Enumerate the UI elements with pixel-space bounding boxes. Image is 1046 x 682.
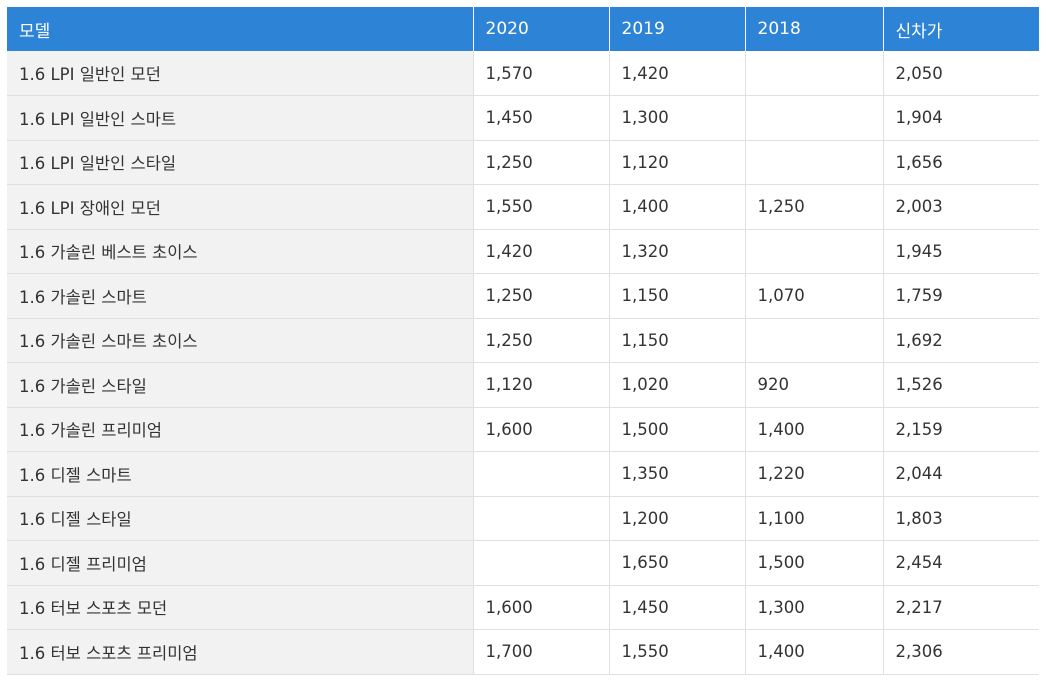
new-car-price-cell: 1,692 bbox=[883, 318, 1039, 363]
price-2020-cell: 1,420 bbox=[473, 229, 610, 274]
price-2018-cell: 1,220 bbox=[745, 451, 884, 497]
new-car-price-cell: 2,044 bbox=[883, 451, 1039, 497]
table-row: 1.6 가솔린 프리미엄 1,600 1,500 1,400 2,159 bbox=[7, 407, 1039, 452]
table-row: 1.6 터보 스포츠 모던 1,600 1,450 1,300 2,217 bbox=[7, 585, 1039, 630]
table-row: 1.6 가솔린 베스트 초이스 1,420 1,320 1,945 bbox=[7, 229, 1039, 274]
model-cell: 1.6 LPI 일반인 스타일 bbox=[7, 140, 474, 185]
new-car-price-cell: 1,759 bbox=[883, 273, 1039, 319]
price-2018-cell bbox=[745, 51, 884, 96]
price-2019-cell: 1,500 bbox=[609, 407, 746, 452]
model-cell: 1.6 가솔린 프리미엄 bbox=[7, 407, 474, 452]
price-2018-cell: 1,100 bbox=[745, 496, 884, 541]
table-row: 1.6 디젤 스마트 1,350 1,220 2,044 bbox=[7, 451, 1039, 497]
header-2020: 2020 bbox=[473, 7, 610, 51]
price-2019-cell: 1,450 bbox=[609, 585, 746, 630]
price-2020-cell: 1,570 bbox=[473, 51, 610, 96]
new-car-price-cell: 2,159 bbox=[883, 407, 1039, 452]
new-car-price-cell: 2,217 bbox=[883, 585, 1039, 630]
new-car-price-cell: 2,454 bbox=[883, 540, 1039, 586]
price-2019-cell: 1,020 bbox=[609, 362, 746, 408]
model-cell: 1.6 가솔린 스마트 bbox=[7, 273, 474, 319]
price-2020-cell: 1,450 bbox=[473, 95, 610, 141]
price-2019-cell: 1,420 bbox=[609, 51, 746, 96]
price-2019-cell: 1,150 bbox=[609, 318, 746, 363]
model-cell: 1.6 디젤 프리미엄 bbox=[7, 540, 474, 586]
price-2018-cell: 1,400 bbox=[745, 407, 884, 452]
price-2020-cell: 1,700 bbox=[473, 629, 610, 675]
price-2020-cell: 1,250 bbox=[473, 140, 610, 185]
table-row: 1.6 가솔린 스마트 초이스 1,250 1,150 1,692 bbox=[7, 318, 1039, 363]
price-2019-cell: 1,400 bbox=[609, 184, 746, 230]
header-2018: 2018 bbox=[745, 7, 884, 51]
table-row: 1.6 디젤 프리미엄 1,650 1,500 2,454 bbox=[7, 540, 1039, 586]
new-car-price-cell: 1,803 bbox=[883, 496, 1039, 541]
price-2020-cell: 1,600 bbox=[473, 407, 610, 452]
price-2018-cell bbox=[745, 318, 884, 363]
table-row: 1.6 디젤 스타일 1,200 1,100 1,803 bbox=[7, 496, 1039, 541]
price-2020-cell: 1,600 bbox=[473, 585, 610, 630]
table-row: 1.6 가솔린 스마트 1,250 1,150 1,070 1,759 bbox=[7, 273, 1039, 319]
model-cell: 1.6 LPI 일반인 스마트 bbox=[7, 95, 474, 141]
table-row: 1.6 가솔린 스타일 1,120 1,020 920 1,526 bbox=[7, 362, 1039, 408]
price-2019-cell: 1,550 bbox=[609, 629, 746, 675]
price-2020-cell bbox=[473, 496, 610, 541]
price-2018-cell bbox=[745, 95, 884, 141]
model-cell: 1.6 LPI 일반인 모던 bbox=[7, 51, 474, 96]
price-2019-cell: 1,200 bbox=[609, 496, 746, 541]
header-model: 모델 bbox=[7, 7, 474, 51]
price-2020-cell bbox=[473, 451, 610, 497]
header-2019: 2019 bbox=[609, 7, 746, 51]
new-car-price-cell: 1,526 bbox=[883, 362, 1039, 408]
price-table-container: 모델 2020 2019 2018 신차가 1.6 LPI 일반인 모던 1,57… bbox=[7, 7, 1039, 675]
model-cell: 1.6 LPI 장애인 모던 bbox=[7, 184, 474, 230]
table-body: 1.6 LPI 일반인 모던 1,570 1,420 2,050 1.6 LPI 일반인… bbox=[7, 51, 1039, 675]
model-cell: 1.6 터보 스포츠 프리미엄 bbox=[7, 629, 474, 675]
price-2019-cell: 1,350 bbox=[609, 451, 746, 497]
price-2020-cell: 1,120 bbox=[473, 362, 610, 408]
table-row: 1.6 LPI 일반인 스마트 1,450 1,300 1,904 bbox=[7, 95, 1039, 141]
price-2018-cell: 1,300 bbox=[745, 585, 884, 630]
new-car-price-cell: 2,050 bbox=[883, 51, 1039, 96]
price-2018-cell: 1,500 bbox=[745, 540, 884, 586]
price-2020-cell: 1,550 bbox=[473, 184, 610, 230]
new-car-price-cell: 2,306 bbox=[883, 629, 1039, 675]
header-row: 모델 2020 2019 2018 신차가 bbox=[7, 7, 1039, 51]
model-cell: 1.6 터보 스포츠 모던 bbox=[7, 585, 474, 630]
price-2020-cell: 1,250 bbox=[473, 273, 610, 319]
header-new-car-price: 신차가 bbox=[883, 7, 1039, 51]
table-row: 1.6 터보 스포츠 프리미엄 1,700 1,550 1,400 2,306 bbox=[7, 629, 1039, 675]
price-2020-cell bbox=[473, 540, 610, 586]
price-2018-cell: 1,400 bbox=[745, 629, 884, 675]
price-2018-cell bbox=[745, 140, 884, 185]
price-2019-cell: 1,150 bbox=[609, 273, 746, 319]
price-2020-cell: 1,250 bbox=[473, 318, 610, 363]
model-cell: 1.6 가솔린 베스트 초이스 bbox=[7, 229, 474, 274]
price-2018-cell bbox=[745, 229, 884, 274]
table-row: 1.6 LPI 일반인 스타일 1,250 1,120 1,656 bbox=[7, 140, 1039, 185]
table-row: 1.6 LPI 장애인 모던 1,550 1,400 1,250 2,003 bbox=[7, 184, 1039, 230]
price-2019-cell: 1,320 bbox=[609, 229, 746, 274]
model-cell: 1.6 가솔린 스타일 bbox=[7, 362, 474, 408]
table-header: 모델 2020 2019 2018 신차가 bbox=[7, 7, 1039, 51]
new-car-price-cell: 1,904 bbox=[883, 95, 1039, 141]
model-cell: 1.6 디젤 스마트 bbox=[7, 451, 474, 497]
new-car-price-cell: 2,003 bbox=[883, 184, 1039, 230]
new-car-price-cell: 1,945 bbox=[883, 229, 1039, 274]
price-2019-cell: 1,650 bbox=[609, 540, 746, 586]
price-2019-cell: 1,120 bbox=[609, 140, 746, 185]
used-car-price-table: 모델 2020 2019 2018 신차가 1.6 LPI 일반인 모던 1,57… bbox=[7, 7, 1039, 675]
price-2018-cell: 1,070 bbox=[745, 273, 884, 319]
price-2019-cell: 1,300 bbox=[609, 95, 746, 141]
table-row: 1.6 LPI 일반인 모던 1,570 1,420 2,050 bbox=[7, 51, 1039, 96]
model-cell: 1.6 디젤 스타일 bbox=[7, 496, 474, 541]
new-car-price-cell: 1,656 bbox=[883, 140, 1039, 185]
price-2018-cell: 920 bbox=[745, 362, 884, 408]
price-2018-cell: 1,250 bbox=[745, 184, 884, 230]
model-cell: 1.6 가솔린 스마트 초이스 bbox=[7, 318, 474, 363]
